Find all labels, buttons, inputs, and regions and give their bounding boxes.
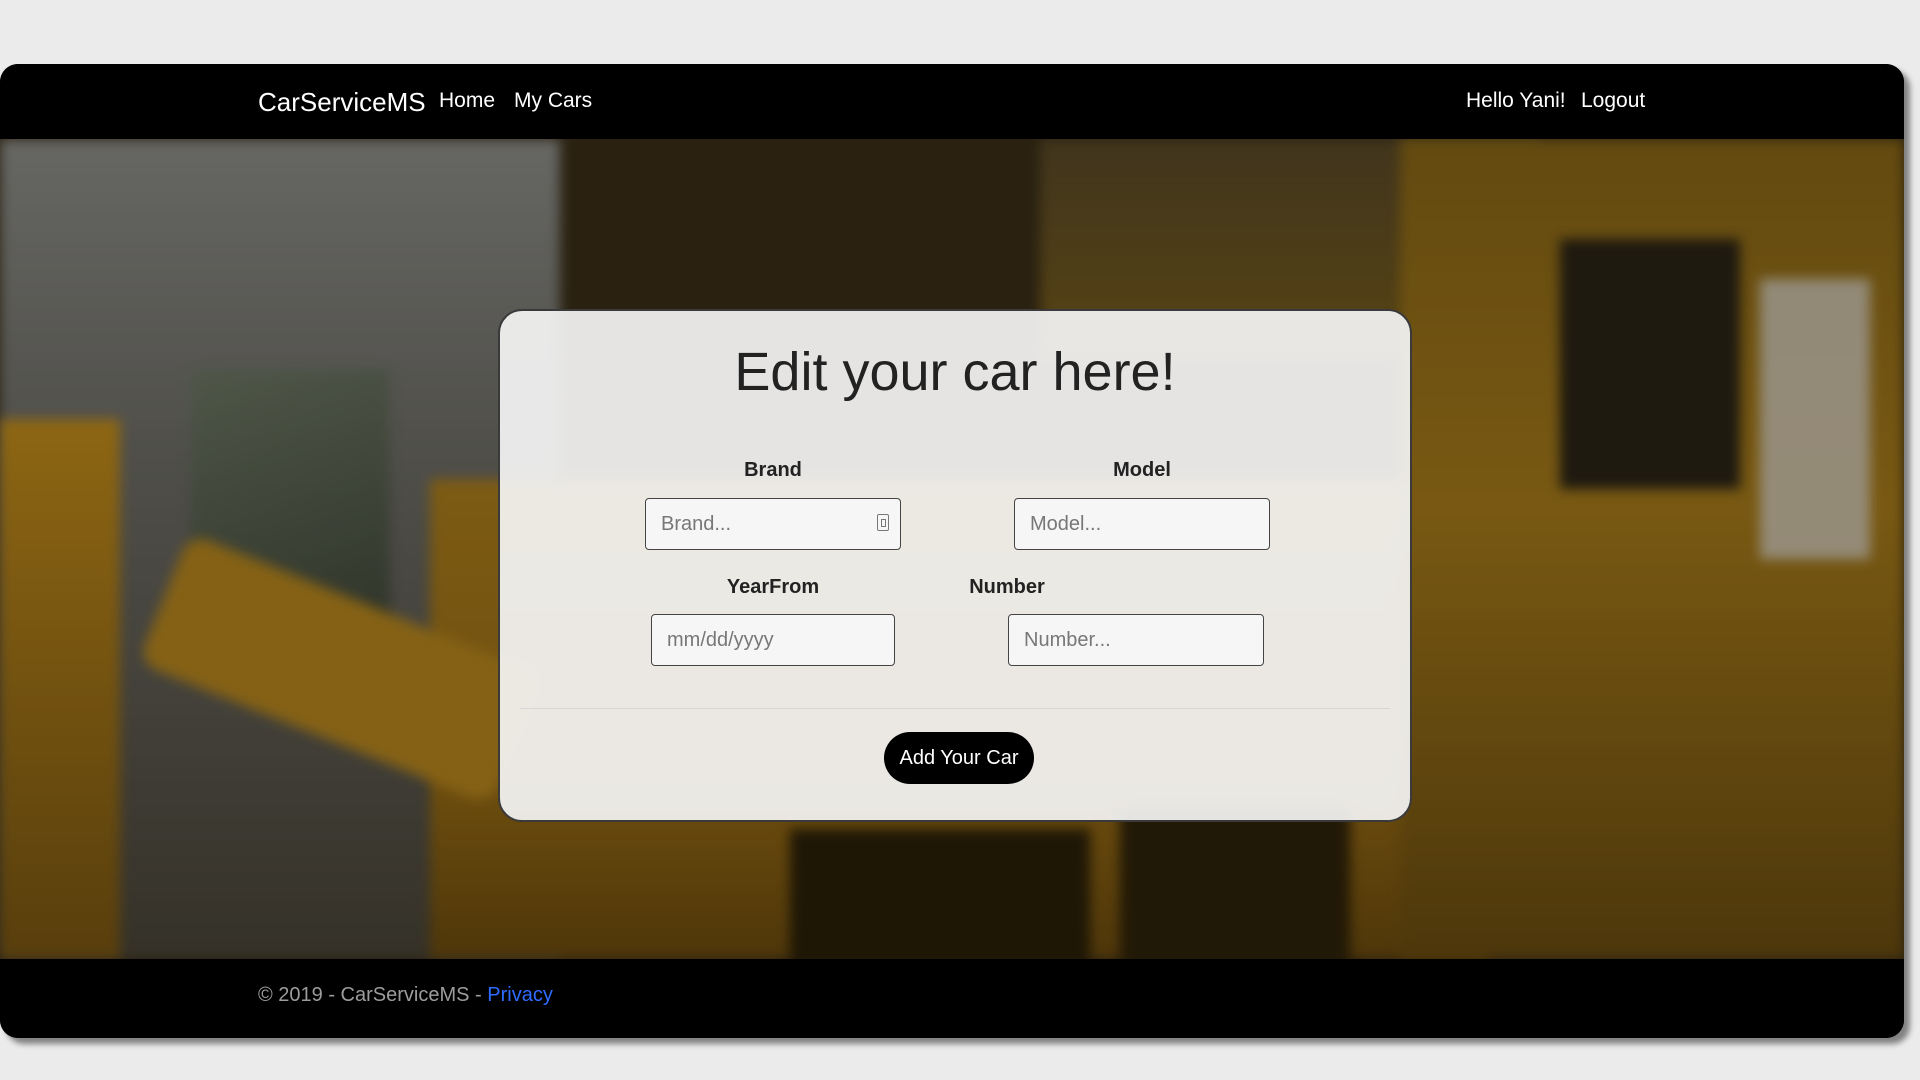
footer-text: © 2019 - CarServiceMS - Privacy xyxy=(258,984,553,1007)
brand-link[interactable]: CarServiceMS xyxy=(258,87,426,118)
privacy-link[interactable]: Privacy xyxy=(487,984,553,1006)
model-label: Model xyxy=(1113,459,1171,481)
form-divider xyxy=(520,708,1390,709)
brand-input[interactable] xyxy=(645,498,901,550)
number-label: Number xyxy=(969,576,1045,598)
year-from-date-input[interactable] xyxy=(651,614,895,666)
copyright-text: © 2019 - CarServiceMS - xyxy=(258,984,488,1006)
brand-label: Brand xyxy=(744,459,802,481)
add-your-car-button[interactable]: Add Your Car xyxy=(884,732,1034,784)
user-greeting-link[interactable]: Hello Yani! xyxy=(1466,89,1566,113)
nav-link-home[interactable]: Home xyxy=(439,89,495,113)
footer: © 2019 - CarServiceMS - Privacy xyxy=(0,959,1904,1038)
number-input[interactable] xyxy=(1008,614,1264,666)
model-input[interactable] xyxy=(1014,498,1270,550)
year-from-label: YearFrom xyxy=(726,576,820,598)
edit-car-form: Edit your car here! Brand Model YearFrom… xyxy=(498,309,1412,822)
logout-link[interactable]: Logout xyxy=(1581,89,1645,113)
navbar: CarServiceMS Home My Cars Hello Yani! Lo… xyxy=(0,64,1904,139)
nav-link-my-cars[interactable]: My Cars xyxy=(514,89,592,113)
autofill-contact-icon[interactable] xyxy=(877,514,889,531)
form-title: Edit your car here! xyxy=(734,342,1176,402)
hero-background: Edit your car here! Brand Model YearFrom… xyxy=(0,139,1904,959)
browser-viewport: CarServiceMS Home My Cars Hello Yani! Lo… xyxy=(0,64,1904,1038)
